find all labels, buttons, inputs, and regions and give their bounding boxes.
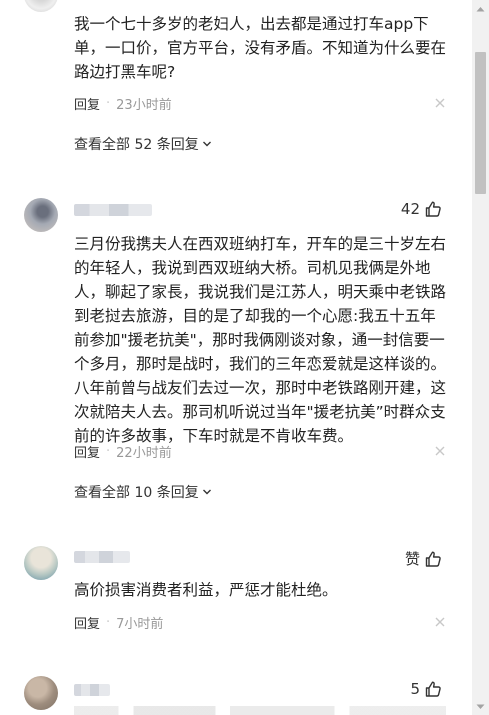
close-icon[interactable] bbox=[434, 445, 446, 457]
reply-button[interactable]: 回复 bbox=[74, 94, 100, 113]
avatar[interactable] bbox=[24, 198, 58, 232]
avatar[interactable] bbox=[24, 0, 58, 12]
vertical-scrollbar[interactable] bbox=[472, 0, 489, 715]
view-all-replies-label: 查看全部 52 条回复 bbox=[74, 137, 199, 153]
thumb-up-icon bbox=[425, 551, 441, 567]
thumb-up-icon bbox=[425, 201, 441, 217]
like-count: 42 bbox=[400, 200, 420, 218]
close-icon[interactable] bbox=[434, 97, 446, 109]
separator: · bbox=[106, 95, 111, 111]
like-count: 赞 bbox=[404, 550, 420, 568]
scrollbar-thumb[interactable] bbox=[475, 52, 486, 194]
username-redacted[interactable] bbox=[74, 204, 152, 216]
scroll-down-arrow-icon[interactable] bbox=[472, 698, 489, 715]
comment-text-cutoff bbox=[74, 706, 446, 715]
separator: · bbox=[106, 614, 111, 630]
username-redacted[interactable] bbox=[74, 684, 110, 696]
like-count: 5 bbox=[410, 680, 420, 698]
like-button[interactable]: 5 bbox=[410, 680, 442, 698]
comment-text: 三月份我携夫人在西双班纳打车，开车的是三十岁左右的年轻人，我说到西双班纳大桥。司… bbox=[74, 235, 447, 445]
like-button[interactable]: 赞 bbox=[405, 548, 442, 569]
view-all-replies-button[interactable]: 查看全部 10 条回复 bbox=[74, 482, 212, 502]
thumb-up-icon bbox=[425, 681, 441, 697]
reply-button[interactable]: 回复 bbox=[74, 613, 100, 632]
view-all-replies-label: 查看全部 10 条回复 bbox=[74, 485, 199, 501]
like-button[interactable]: 42 bbox=[401, 200, 442, 218]
comment-feed: 我一个七十多岁的老妇人，出去都是通过打车app下单，一口价，官方平台，没有矛盾。… bbox=[0, 0, 472, 715]
username-redacted[interactable] bbox=[74, 551, 130, 563]
comment-time: 7小时前 bbox=[116, 616, 164, 632]
reply-button[interactable]: 回复 bbox=[74, 442, 100, 461]
comment-time: 23小时前 bbox=[116, 97, 172, 113]
close-icon[interactable] bbox=[434, 616, 446, 628]
chevron-down-icon bbox=[202, 489, 211, 495]
comment-meta: 回复 · 7小时前 bbox=[74, 613, 446, 632]
separator: · bbox=[106, 443, 111, 459]
comment-time: 22小时前 bbox=[116, 445, 172, 461]
view-all-replies-button[interactable]: 查看全部 52 条回复 bbox=[74, 134, 212, 154]
comment-text: 高价损害消费者利益，严惩才能杜绝。 bbox=[74, 581, 338, 599]
avatar[interactable] bbox=[24, 546, 58, 580]
chevron-down-icon bbox=[202, 141, 211, 147]
comment-meta: 回复 · 23小时前 bbox=[74, 94, 446, 113]
avatar[interactable] bbox=[24, 676, 58, 710]
scroll-up-arrow-icon[interactable] bbox=[472, 0, 489, 17]
comment-meta: 回复 · 22小时前 bbox=[74, 442, 446, 461]
comment-text: 我一个七十多岁的老妇人，出去都是通过打车app下单，一口价，官方平台，没有矛盾。… bbox=[74, 15, 447, 81]
